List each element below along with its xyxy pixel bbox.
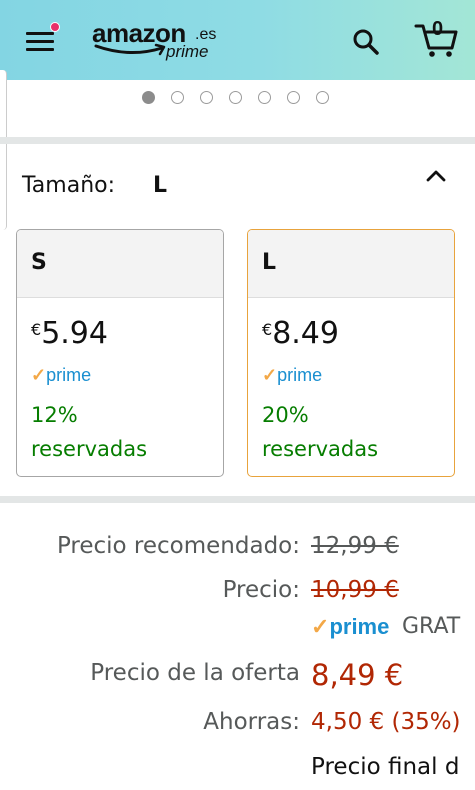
- top-nav-bar: amazon .es prime 0: [0, 0, 475, 80]
- size-option-name: L: [248, 230, 454, 298]
- size-option-price: €5.94: [31, 316, 108, 351]
- recommended-price-label: Precio recomendado:: [56, 533, 300, 559]
- image-gallery-edge: [0, 70, 7, 230]
- carousel-dot[interactable]: [316, 91, 329, 104]
- cart-button[interactable]: 0: [414, 18, 458, 58]
- reserved-percent: 12% reservadas: [31, 403, 148, 461]
- menu-bar-icon: [26, 48, 54, 51]
- savings-label: Ahorras:: [203, 709, 300, 735]
- carousel-dot[interactable]: [142, 91, 155, 104]
- prime-check-icon: ✓: [31, 365, 47, 385]
- size-option-name: S: [17, 230, 223, 298]
- prime-check-icon: ✓: [311, 614, 330, 639]
- smile-arrow-icon: [94, 43, 166, 56]
- carousel-dot[interactable]: [200, 91, 213, 104]
- price-label: Precio:: [222, 577, 300, 603]
- price-value: 10,99 €: [311, 577, 399, 603]
- menu-bar-icon: [26, 40, 54, 43]
- prime-badge: ✓prime: [31, 365, 92, 385]
- savings-value: 4,50 € (35%): [311, 709, 461, 735]
- recommended-price-value: 12,99 €: [311, 533, 399, 559]
- hamburger-menu-button[interactable]: [26, 22, 60, 54]
- carousel-dot[interactable]: [171, 91, 184, 104]
- section-divider: [0, 137, 475, 144]
- section-divider: [0, 496, 475, 503]
- size-option-s[interactable]: S €5.94 ✓prime 12% reservadas: [16, 229, 224, 477]
- notification-dot-icon: [50, 22, 60, 32]
- reserved-percent: 20% reservadas: [262, 403, 379, 461]
- amazon-prime-logo[interactable]: amazon .es prime: [92, 18, 232, 64]
- offer-price-label: Precio de la oferta: [90, 660, 300, 686]
- size-option-price: €8.49: [262, 316, 339, 351]
- cart-count-badge: 0: [432, 18, 444, 40]
- size-label: Tamaño:: [22, 173, 116, 198]
- offer-price-value: 8,49 €: [311, 658, 404, 692]
- logo-prime-text: prime: [166, 42, 209, 61]
- prime-badge: ✓prime: [262, 365, 323, 385]
- carousel-dot[interactable]: [258, 91, 271, 104]
- free-shipping-text: GRAT: [402, 614, 461, 639]
- prime-check-icon: ✓: [262, 365, 278, 385]
- menu-bar-icon: [26, 32, 54, 35]
- chevron-up-icon[interactable]: [424, 166, 448, 184]
- carousel-pagination[interactable]: [142, 91, 329, 105]
- size-selected-value: L: [153, 173, 168, 198]
- search-icon[interactable]: [352, 28, 380, 56]
- prime-shipping-badge: ✓prime: [311, 614, 390, 639]
- carousel-dot[interactable]: [287, 91, 300, 104]
- carousel-dot[interactable]: [229, 91, 242, 104]
- size-option-l[interactable]: L €8.49 ✓prime 20% reservadas: [247, 229, 455, 477]
- final-price-text: Precio final d: [311, 754, 460, 780]
